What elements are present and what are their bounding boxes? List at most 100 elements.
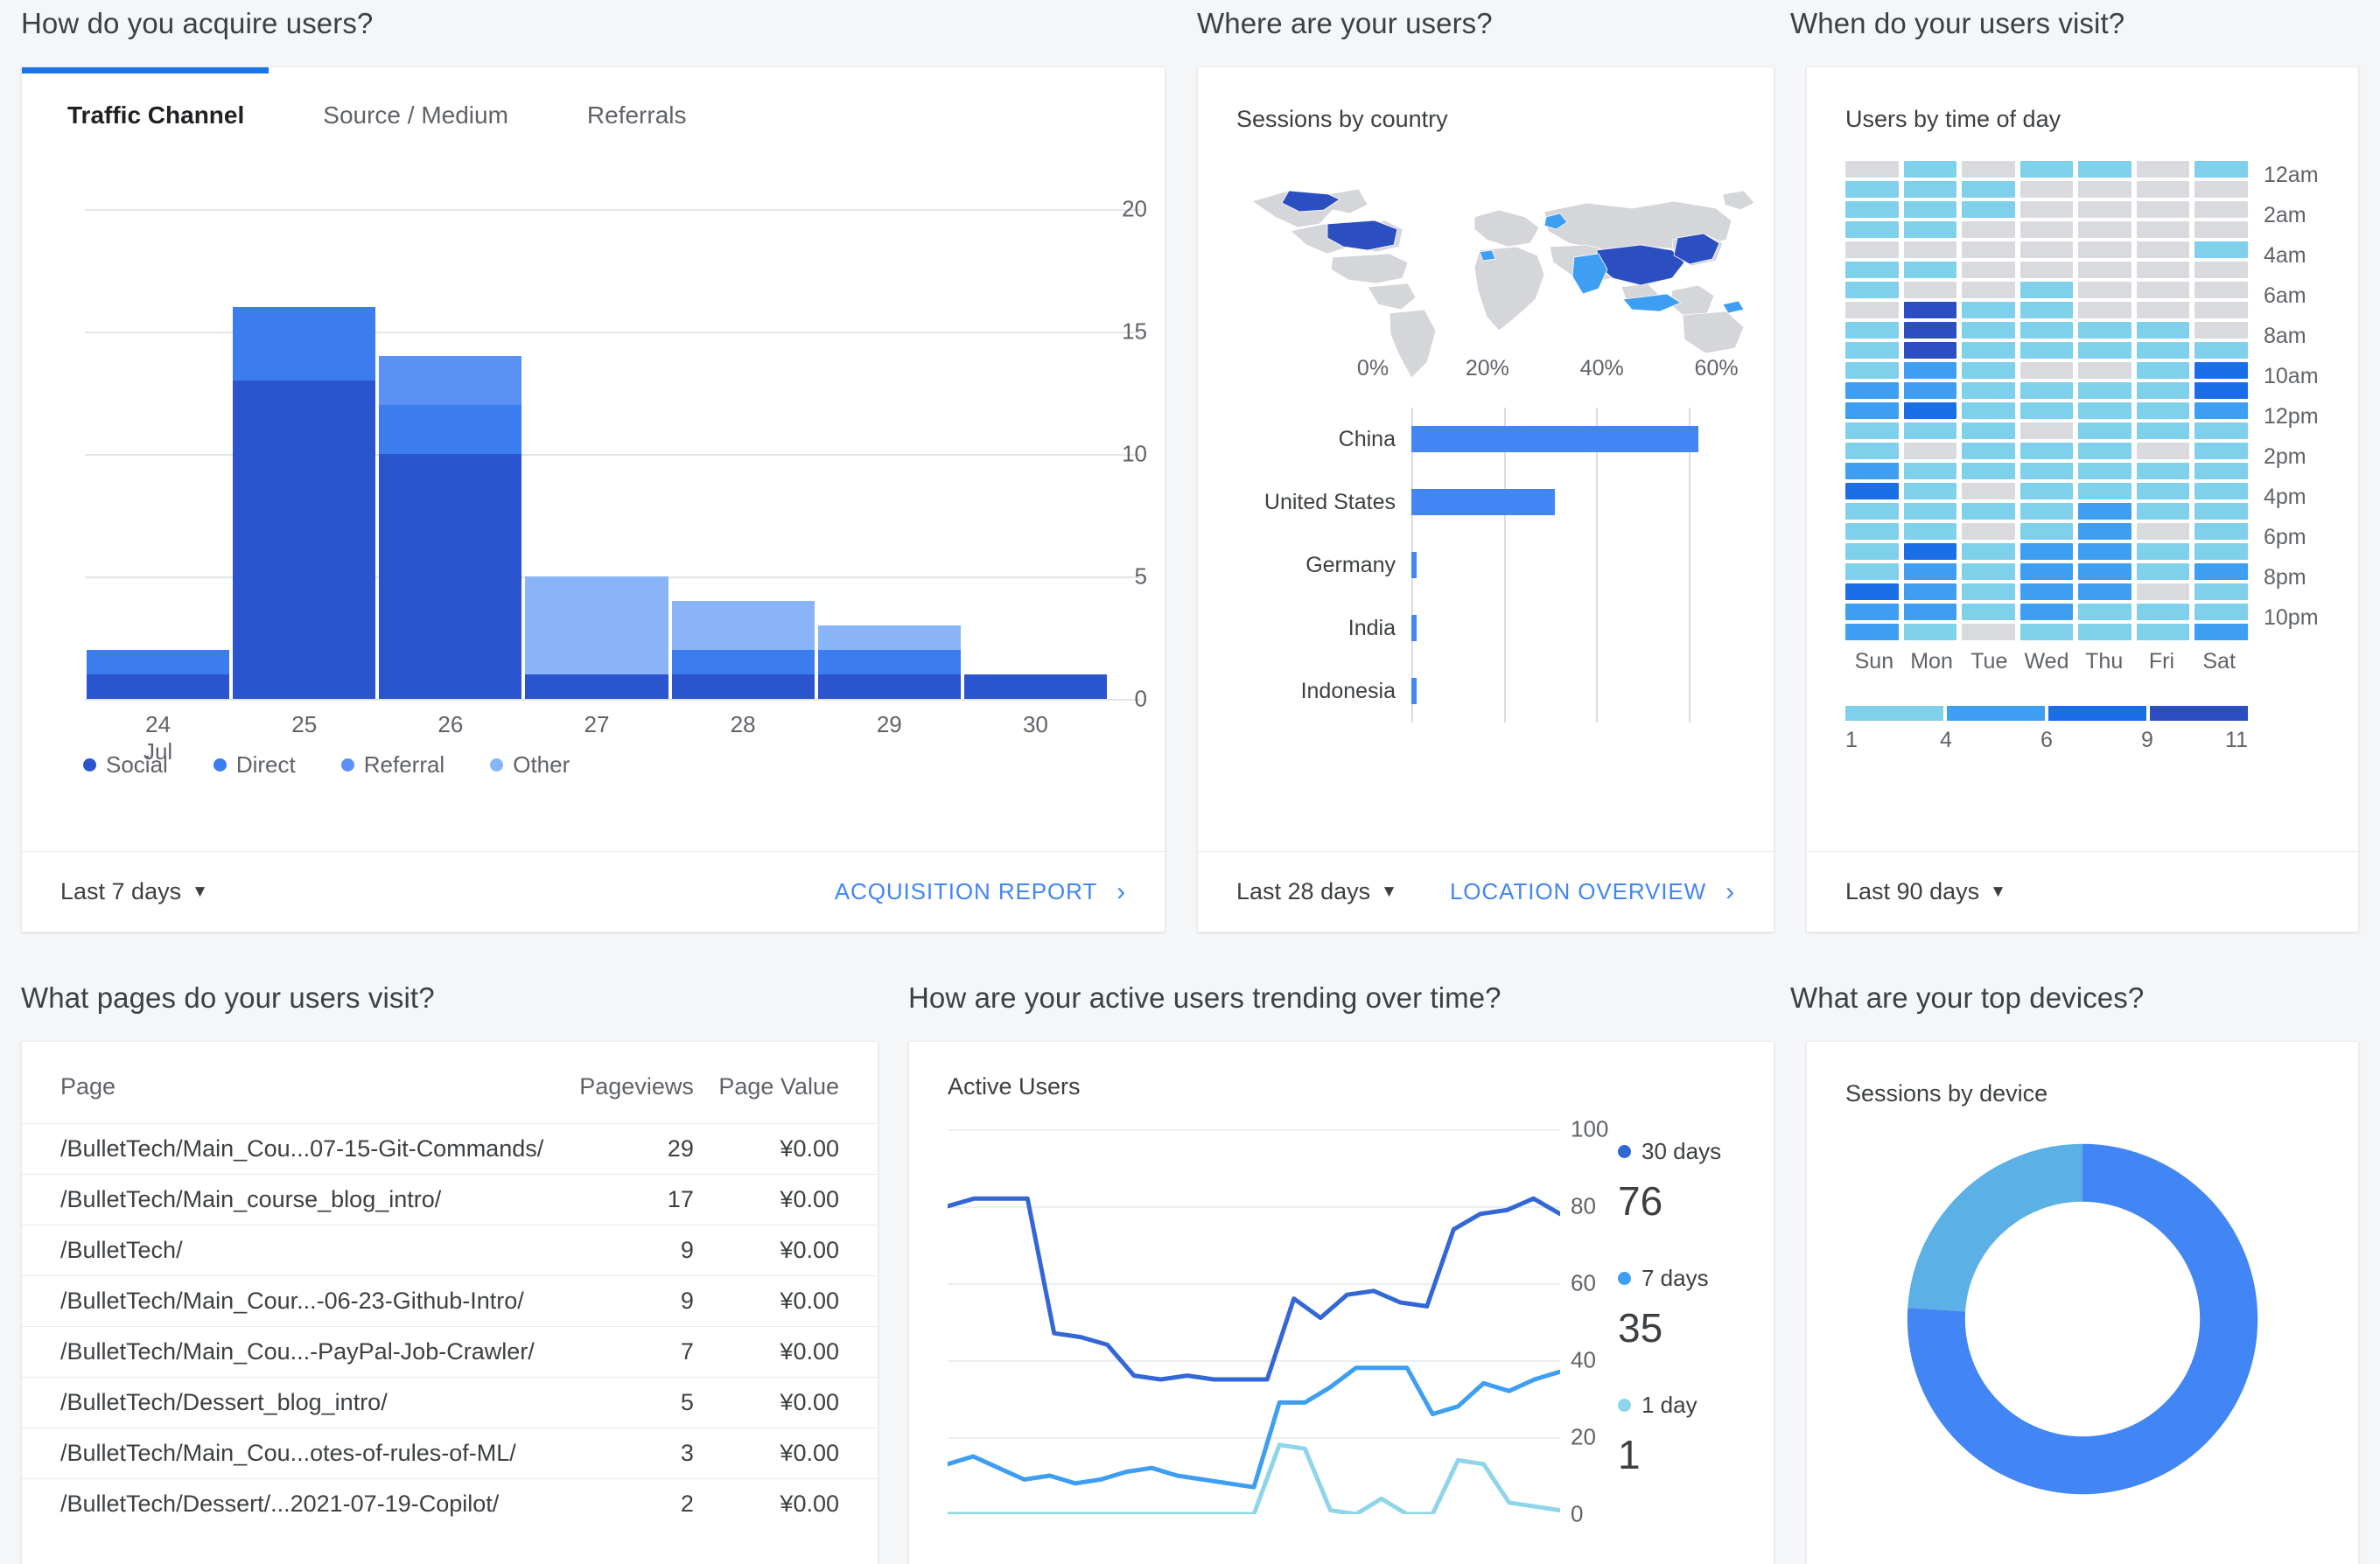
heatmap-cell[interactable] (2136, 402, 2190, 419)
heatmap-cell[interactable] (2078, 302, 2132, 318)
heatmap-cell[interactable] (2136, 161, 2190, 178)
heatmap-cell[interactable] (1903, 221, 1957, 238)
heatmap-cell[interactable] (1962, 463, 2015, 479)
heatmap-cell[interactable] (1962, 523, 2015, 540)
heatmap-cell[interactable] (2020, 604, 2074, 620)
heatmap-cell[interactable] (2136, 262, 2190, 278)
heatmap-cell[interactable] (2194, 422, 2248, 439)
heatmap-cell[interactable] (1962, 342, 2015, 359)
heatmap-cell[interactable] (1962, 262, 2015, 278)
heatmap-cell[interactable] (1903, 262, 1957, 278)
heatmap-cell[interactable] (1903, 342, 1957, 359)
heatmap-cell[interactable] (1903, 523, 1957, 540)
heatmap-cell[interactable] (2078, 624, 2132, 640)
column-header-page-value[interactable]: Page Value (718, 1042, 878, 1124)
heatmap-cell[interactable] (2136, 181, 2190, 198)
country-bar-row[interactable]: Indonesia (1236, 660, 1735, 723)
heatmap-cell[interactable] (2078, 483, 2132, 499)
heatmap-cell[interactable] (2194, 382, 2248, 399)
geo-report-link[interactable]: LOCATION OVERVIEW › (1450, 877, 1735, 907)
heatmap-cell[interactable] (1845, 342, 1899, 359)
heatmap-cell[interactable] (2136, 322, 2190, 339)
heatmap-cell[interactable] (2136, 302, 2190, 318)
table-row[interactable]: /BulletTech/Main_course_blog_intro/17 ¥0.… (22, 1174, 878, 1225)
heatmap-cell[interactable] (2194, 262, 2248, 278)
heatmap-cell[interactable] (2136, 382, 2190, 399)
heatmap-cell[interactable] (1845, 624, 1899, 640)
heatmap-cell[interactable] (2078, 282, 2132, 298)
heatmap-cell[interactable] (2078, 201, 2132, 218)
heatmap-cell[interactable] (2136, 362, 2190, 379)
heatmap-cell[interactable] (2078, 221, 2132, 238)
heatmap-cell[interactable] (1845, 322, 1899, 339)
heatmap-cell[interactable] (2020, 583, 2074, 600)
heatmap-cell[interactable] (2020, 422, 2074, 439)
heatmap-cell[interactable] (2194, 463, 2248, 479)
bar-column[interactable] (962, 209, 1109, 699)
heatmap-cell[interactable] (1903, 583, 1957, 600)
country-bar-row[interactable]: China (1236, 408, 1735, 471)
heatmap-cell[interactable] (1962, 563, 2015, 580)
heatmap-cell[interactable] (2020, 463, 2074, 479)
heatmap-cell[interactable] (2020, 181, 2074, 198)
bar-column[interactable] (377, 209, 523, 699)
column-header-pageviews[interactable]: Pageviews (543, 1042, 718, 1124)
heatmap-cell[interactable] (1962, 543, 2015, 560)
heatmap-cell[interactable] (2136, 503, 2190, 520)
heatmap-cell[interactable] (2194, 241, 2248, 258)
heatmap-cell[interactable] (1845, 563, 1899, 580)
heatmap-cell[interactable] (1903, 402, 1957, 419)
heatmap-cell[interactable] (2136, 563, 2190, 580)
heatmap-cell[interactable] (2020, 262, 2074, 278)
heatmap-cell[interactable] (2078, 463, 2132, 479)
heatmap-cell[interactable] (2194, 322, 2248, 339)
heatmap-cell[interactable] (1962, 201, 2015, 218)
heatmap-cell[interactable] (2136, 443, 2190, 459)
heatmap-cell[interactable] (2136, 523, 2190, 540)
heatmap-cell[interactable] (1845, 362, 1899, 379)
country-bar-row[interactable]: Germany (1236, 534, 1735, 597)
table-row[interactable]: /BulletTech/Main_Cour...-06-23-Github-In… (22, 1275, 878, 1327)
heatmap-cell[interactable] (2078, 583, 2132, 600)
heatmap-cell[interactable] (1962, 382, 2015, 399)
heatmap-cell[interactable] (1962, 362, 2015, 379)
table-row[interactable]: /BulletTech/9 ¥0.00 (22, 1225, 878, 1276)
heatmap-cell[interactable] (2078, 342, 2132, 359)
active-users-legend-item[interactable]: 30 days 76 (1618, 1138, 1774, 1225)
heatmap-cell[interactable] (2020, 161, 2074, 178)
heatmap-cell[interactable] (1845, 382, 1899, 399)
heatmap-cell[interactable] (2194, 362, 2248, 379)
heatmap-cell[interactable] (2020, 342, 2074, 359)
heatmap-cell[interactable] (2194, 181, 2248, 198)
heatmap-cell[interactable] (1962, 181, 2015, 198)
heatmap-cell[interactable] (1903, 624, 1957, 640)
heatmap-cell[interactable] (2194, 161, 2248, 178)
heatmap-cell[interactable] (1903, 463, 1957, 479)
heatmap-cell[interactable] (2078, 503, 2132, 520)
heatmap-cell[interactable] (2020, 483, 2074, 499)
heatmap-cell[interactable] (2078, 382, 2132, 399)
heatmap-cell[interactable] (2194, 201, 2248, 218)
heatmap-cell[interactable] (2078, 422, 2132, 439)
heatmap-cell[interactable] (2078, 543, 2132, 560)
bar-column[interactable] (670, 209, 816, 699)
country-bar-row[interactable]: United States (1236, 471, 1735, 534)
heatmap-cell[interactable] (2194, 443, 2248, 459)
heatmap-cell[interactable] (2020, 523, 2074, 540)
heatmap-cell[interactable] (2020, 624, 2074, 640)
acquisition-report-link[interactable]: ACQUISITION REPORT › (835, 877, 1126, 907)
heatmap-cell[interactable] (1845, 463, 1899, 479)
time-of-day-date-range-selector[interactable]: Last 90 days ▼ (1845, 878, 2006, 905)
heatmap-cell[interactable] (2136, 604, 2190, 620)
heatmap-cell[interactable] (1845, 503, 1899, 520)
heatmap-cell[interactable] (1903, 382, 1957, 399)
heatmap-cell[interactable] (1962, 503, 2015, 520)
heatmap-cell[interactable] (1845, 483, 1899, 499)
heatmap-cell[interactable] (1903, 161, 1957, 178)
active-users-legend-item[interactable]: 7 days 35 (1618, 1265, 1774, 1351)
heatmap-cell[interactable] (2020, 543, 2074, 560)
heatmap-cell[interactable] (2136, 241, 2190, 258)
heatmap-cell[interactable] (1903, 604, 1957, 620)
heatmap-cell[interactable] (2078, 604, 2132, 620)
heatmap-cell[interactable] (2194, 483, 2248, 499)
